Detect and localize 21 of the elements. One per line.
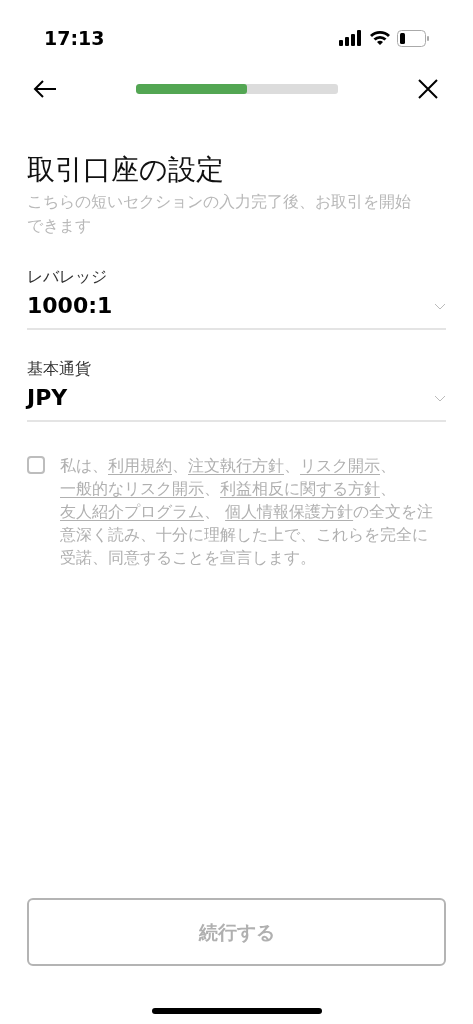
page-title: 取引口座の設定 <box>27 152 225 188</box>
policy-link[interactable]: 利益相反に関する方針 <box>220 479 380 498</box>
battery-icon <box>397 29 429 47</box>
signal-icon <box>339 30 363 46</box>
consent-checkbox[interactable] <box>27 456 45 474</box>
field-label: レバレッジ <box>27 266 108 288</box>
chevron-down-icon <box>434 302 446 310</box>
policy-link[interactable]: 利用規約 <box>108 456 172 475</box>
select-field[interactable]: 1000:1 <box>27 288 446 330</box>
policy-link[interactable]: 友人紹介プログラム <box>60 502 204 521</box>
policy-link[interactable]: 個人情報保護方針 <box>225 502 354 521</box>
policy-link[interactable]: リスク開示 <box>300 456 380 475</box>
policy-link[interactable]: 注文執行方針 <box>188 456 284 475</box>
wifi-icon <box>369 30 391 46</box>
select-field[interactable]: JPY <box>27 380 446 422</box>
page-subtitle: こちらの短いセクションの入力完了後、お取引を開始できます <box>27 191 412 237</box>
status-time: 17:13 <box>44 25 105 51</box>
chevron-down-icon <box>434 394 446 402</box>
consent-text: 私は、利用規約、注文執行方針、リスク開示、 一般的なリスク開示、利益相反に関する方針、 友人紹介プログラム、 個人情報保護方針の全文を注意深く読み、十分に理解した上で、これらを完全に受諾、同意することを宣言します。 <box>60 455 435 569</box>
field-label: 基本通貨 <box>27 358 92 380</box>
policy-link[interactable]: 一般的なリスク開示 <box>60 479 204 498</box>
